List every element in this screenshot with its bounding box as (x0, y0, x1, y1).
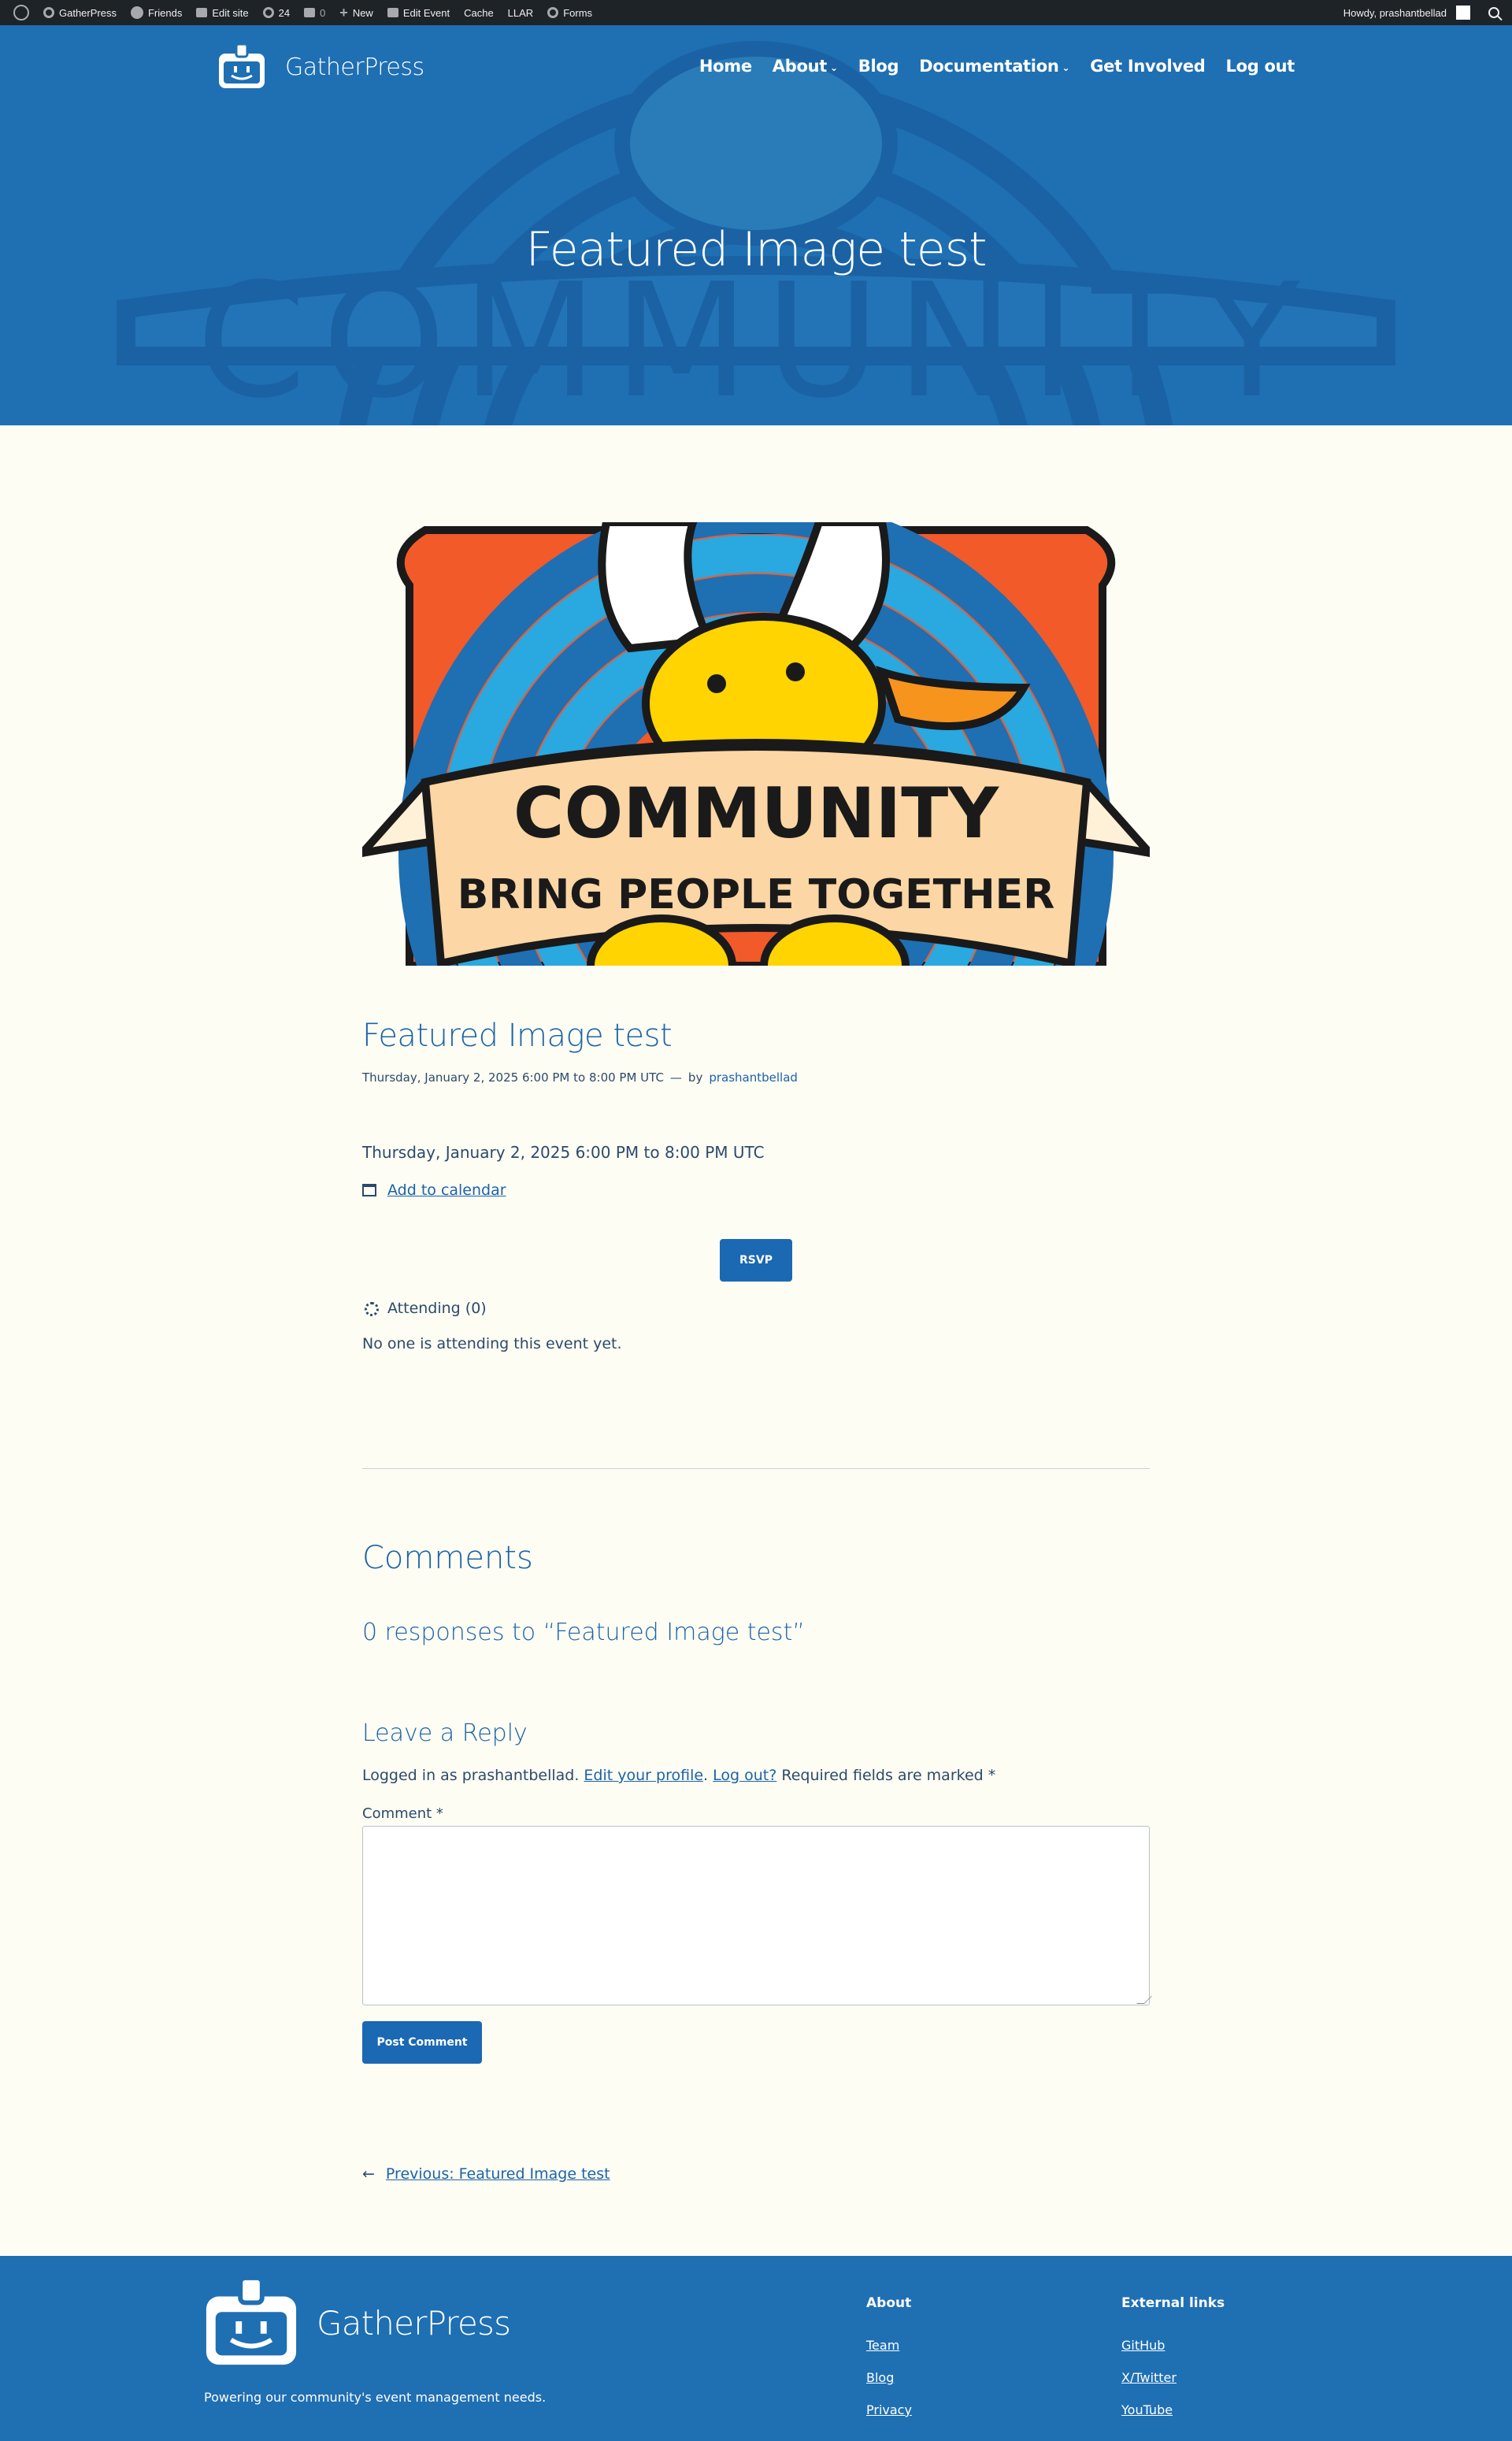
site-title: GatherPress (285, 53, 424, 81)
no-attendees-text: No one is attending this event yet. (362, 1335, 622, 1352)
admin-forms[interactable]: Forms (540, 0, 599, 25)
admin-updates[interactable]: 24 (256, 0, 297, 25)
footer-site-title: GatherPress (317, 2303, 511, 2343)
meta-separator: — (669, 1070, 682, 1085)
nav-item-blog[interactable]: Blog (858, 57, 899, 76)
arrow-left-icon: ← (362, 2165, 375, 2183)
post-datetime: Thursday, January 2, 2025 6:00 PM to 8:0… (362, 1070, 664, 1085)
separator (362, 1468, 1150, 1469)
main-navigation: Home About ⌄ Blog Documentation ⌄ Get Invo… (699, 57, 1295, 76)
calendar-icon (362, 1184, 376, 1196)
footer-tagline: Powering our community's event managemen… (204, 2390, 547, 2405)
banner-text-community: COMMUNITY (513, 773, 999, 854)
footer-link-team[interactable]: Team (866, 2338, 912, 2353)
nav-item-get-involved[interactable]: Get Involved (1090, 57, 1206, 76)
footer-logo-link[interactable]: GatherPress (203, 2275, 511, 2371)
admin-account-menu[interactable]: Howdy, prashantbellad (1336, 0, 1477, 25)
home-icon (43, 7, 54, 18)
site-logo-link[interactable]: GatherPress (217, 43, 424, 91)
event-datetime: Thursday, January 2, 2025 6:00 PM to 8:0… (362, 1143, 765, 1162)
admin-site-name[interactable]: GatherPress (36, 0, 124, 25)
nav-item-home[interactable]: Home (699, 57, 752, 76)
admin-edit-site[interactable]: Edit site (189, 0, 255, 25)
banner-text-tagline: BRING PEOPLE TOGETHER (458, 871, 1054, 918)
responses-heading: 0 responses to “Featured Image test” (362, 1619, 805, 1646)
nav-item-documentation[interactable]: Documentation ⌄ (919, 57, 1069, 76)
leave-reply-heading: Leave a Reply (362, 1719, 528, 1747)
pencil-icon (387, 8, 398, 17)
comments-heading: Comments (362, 1540, 533, 1576)
attending-label[interactable]: Attending (0) (387, 1300, 487, 1317)
search-icon[interactable] (1488, 7, 1499, 18)
admin-new[interactable]: + New (332, 0, 380, 25)
comment-label: Comment * (362, 1805, 443, 1822)
chevron-down-icon: ⌄ (829, 61, 838, 73)
wordpress-logo-menu[interactable] (6, 0, 36, 25)
admin-comments[interactable]: 0 (297, 0, 332, 25)
post-author-link[interactable]: prashantbellad (709, 1070, 798, 1085)
logged-in-notice: Logged in as prashantbellad. Edit your p… (362, 1767, 996, 1784)
brush-icon (196, 8, 208, 17)
people-icon (362, 1302, 379, 1316)
plus-icon: + (339, 5, 348, 20)
footer-external-column: External links GitHub X/Twitter YouTube (1121, 2295, 1225, 2435)
add-to-calendar: Add to calendar (362, 1182, 506, 1199)
admin-friends[interactable]: Friends (124, 0, 189, 25)
forms-icon (547, 7, 559, 18)
post-navigation: ← Previous: Featured Image test (362, 2165, 610, 2183)
nav-item-about[interactable]: About ⌄ (773, 57, 838, 76)
post-comment-button[interactable]: Post Comment (362, 2021, 482, 2064)
log-out-link[interactable]: Log out? (713, 1767, 776, 1784)
gatherpress-badge-icon (219, 43, 265, 88)
add-to-calendar-link[interactable]: Add to calendar (387, 1182, 506, 1199)
footer-about-heading: About (866, 2295, 912, 2311)
page-title: Featured Image test (525, 222, 987, 277)
admin-edit-event[interactable]: Edit Event (380, 0, 457, 25)
gatherpress-badge-icon (206, 2275, 297, 2365)
post-meta: Thursday, January 2, 2025 6:00 PM to 8:0… (362, 1070, 798, 1085)
community-badge-illustration: COMMUNITY BRING PEOPLE TOGETHER (362, 522, 1150, 966)
comment-textarea[interactable] (362, 1826, 1150, 2005)
footer-link-youtube[interactable]: YouTube (1121, 2402, 1225, 2417)
footer-link-privacy[interactable]: Privacy (866, 2402, 912, 2417)
avatar (1456, 6, 1470, 20)
meta-by: by (687, 1070, 703, 1085)
rsvp-button[interactable]: RSVP (720, 1239, 792, 1282)
site-header-hero: COMMUNITY GatherPress Home About ⌄ Blog D… (0, 25, 1512, 425)
edit-profile-link[interactable]: Edit your profile (584, 1767, 703, 1784)
admin-llar[interactable]: LLAR (501, 0, 541, 25)
wordpress-icon (13, 5, 29, 20)
post-title: Featured Image test (362, 1018, 673, 1054)
nav-item-log-out[interactable]: Log out (1226, 57, 1295, 76)
chevron-down-icon: ⌄ (1062, 61, 1070, 73)
refresh-icon (262, 7, 274, 18)
footer-link-blog[interactable]: Blog (866, 2370, 912, 2385)
admin-cache[interactable]: Cache (457, 0, 501, 25)
attending-section: Attending (0) (362, 1300, 487, 1317)
comment-bubble-icon (304, 8, 316, 17)
featured-image: COMMUNITY BRING PEOPLE TOGETHER (362, 522, 1150, 966)
admin-bar: GatherPress Friends Edit site 24 0 + New … (0, 0, 1512, 25)
footer-link-github[interactable]: GitHub (1121, 2338, 1225, 2353)
site-footer: GatherPress Powering our community's eve… (0, 2256, 1512, 2441)
footer-link-twitter[interactable]: X/Twitter (1121, 2370, 1225, 2385)
previous-post-link[interactable]: Previous: Featured Image test (386, 2165, 610, 2183)
globe-icon (130, 6, 143, 19)
footer-external-heading: External links (1121, 2295, 1225, 2311)
footer-about-column: About Team Blog Privacy (866, 2295, 912, 2435)
